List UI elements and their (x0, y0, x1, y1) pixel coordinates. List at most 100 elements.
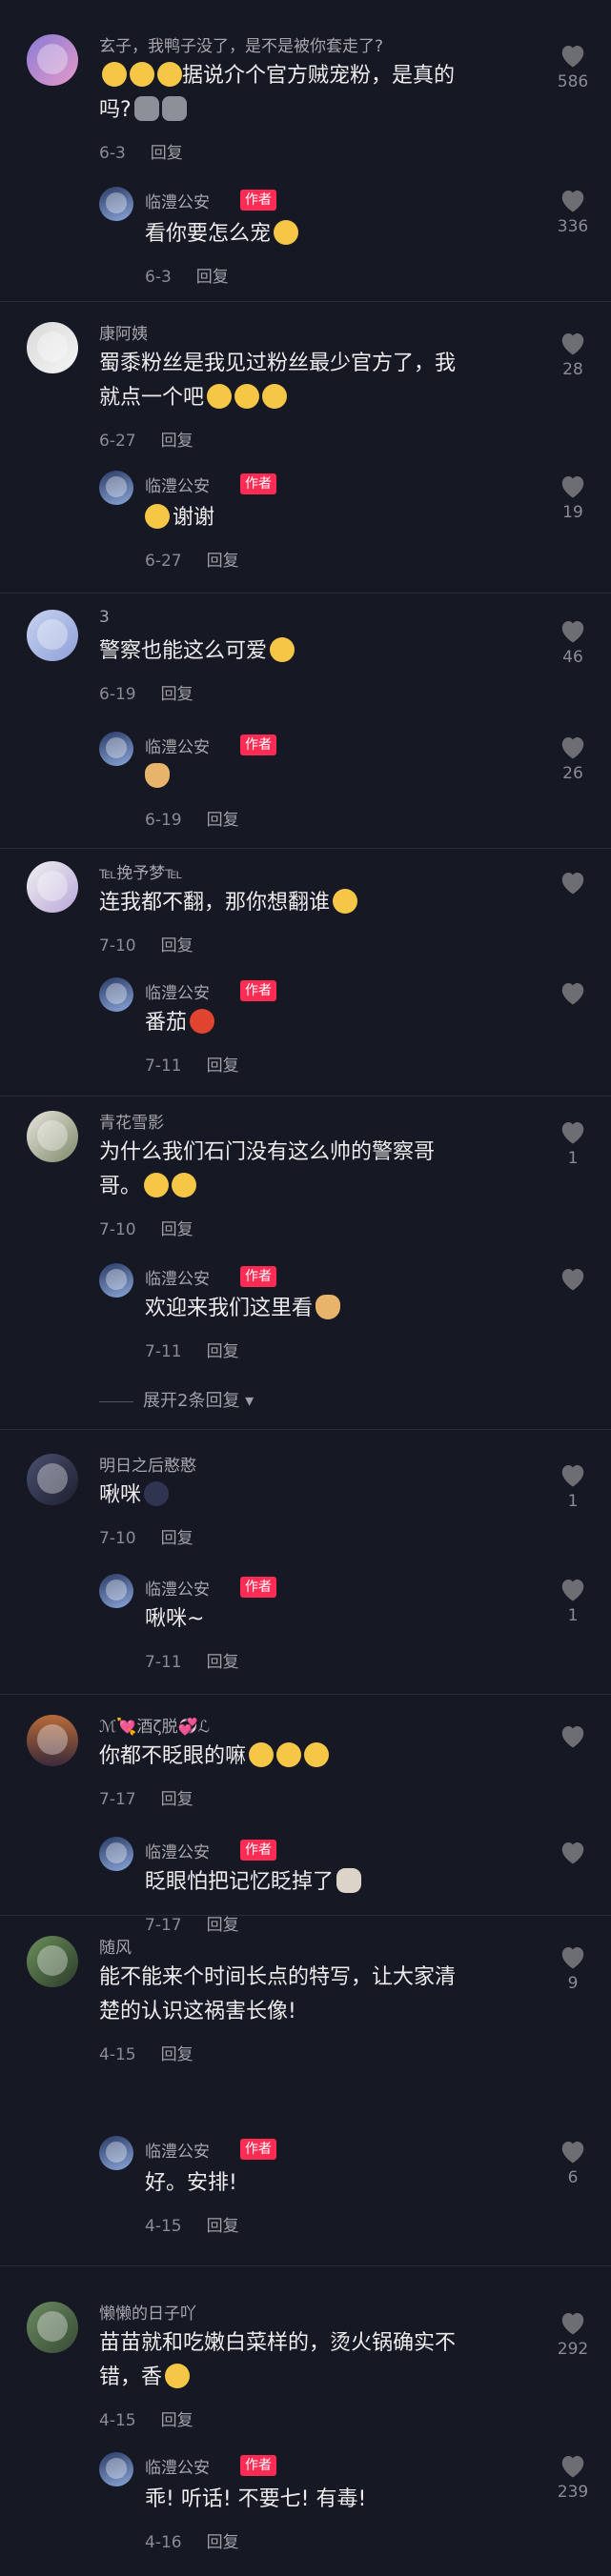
author-avatar[interactable] (99, 2452, 133, 2486)
avatar[interactable] (27, 34, 78, 86)
heart-icon (561, 2142, 584, 2163)
reply-button[interactable]: 回复 (196, 268, 229, 287)
author-avatar[interactable] (99, 2136, 133, 2170)
reply-button[interactable]: 回复 (161, 2411, 193, 2430)
author-name[interactable]: 临澧公安 (145, 2138, 210, 2162)
comment-text: 为什么我们石门没有这么帅的警察哥 哥。 (99, 1140, 436, 1198)
author-avatar[interactable] (99, 1574, 133, 1608)
reply-button[interactable]: 回复 (161, 1529, 193, 1548)
avatar[interactable] (27, 2302, 78, 2353)
reply-button[interactable]: 回复 (207, 2533, 239, 2552)
commenter-name[interactable]: 随风 (99, 1934, 132, 1958)
reply-button[interactable]: 回复 (207, 1342, 239, 1361)
commenter-name[interactable]: 明日之后憨憨 (99, 1452, 196, 1476)
comment-meta: 6-3 回复 (99, 139, 183, 163)
avatar[interactable] (27, 1936, 78, 1987)
like-button[interactable]: 6 (552, 2138, 594, 2187)
like-button[interactable]: 1 (552, 1118, 594, 1168)
reply-meta: 4-16 回复 (145, 2528, 239, 2552)
like-button[interactable]: 19 (552, 473, 594, 522)
avatar[interactable] (27, 1111, 78, 1162)
comment-text: 啾咪 (99, 1479, 538, 1513)
like-button[interactable]: 26 (552, 734, 594, 783)
like-button[interactable]: 9 (552, 1943, 594, 1993)
author-name[interactable]: 临澧公安 (145, 473, 210, 496)
like-button[interactable] (552, 1722, 594, 1753)
commenter-name[interactable]: 3 (99, 608, 110, 627)
author-avatar[interactable] (99, 471, 133, 505)
like-button[interactable] (552, 1265, 594, 1296)
avatar[interactable] (27, 610, 78, 661)
author-avatar[interactable] (99, 977, 133, 1012)
reply-text: 眨眼怕把记忆眨掉了 (145, 1865, 507, 1900)
commenter-name[interactable]: 青花雪影 (99, 1109, 164, 1133)
like-button[interactable] (552, 869, 594, 899)
reply-date: 6-19 (145, 811, 182, 830)
author-name[interactable]: 临澧公安 (145, 189, 210, 212)
reply-button[interactable]: 回复 (207, 811, 239, 830)
like-button[interactable]: 336 (552, 187, 594, 236)
like-button[interactable]: 46 (552, 617, 594, 667)
reply-date: 6-27 (145, 552, 182, 571)
reply-button[interactable]: 回复 (207, 1057, 239, 1076)
author-name[interactable]: 临澧公安 (145, 1576, 210, 1600)
reply-button[interactable]: 回复 (207, 1916, 239, 1935)
author-avatar[interactable] (99, 1837, 133, 1871)
reply-meta: 4-15 回复 (145, 2212, 239, 2236)
author-avatar[interactable] (99, 1263, 133, 1298)
reply-button[interactable]: 回复 (151, 144, 183, 163)
comment-date: 4-15 (99, 2045, 136, 2064)
reply-button[interactable]: 回复 (207, 552, 239, 571)
commenter-name[interactable]: 康阿姨 (99, 320, 148, 344)
commenter-name[interactable]: ℳ💘酒ζ脱💞ℒ (99, 1713, 210, 1737)
author-badge: 作者 (240, 1266, 276, 1287)
avatar[interactable] (27, 861, 78, 913)
comment-meta: 7-10 回复 (99, 932, 193, 956)
reply-text: 乖! 听话! 不要七! 有毒! (145, 2487, 367, 2511)
reply-button[interactable]: 回复 (161, 1220, 193, 1239)
like-count: 336 (557, 217, 589, 236)
reply-button[interactable]: 回复 (161, 936, 193, 956)
author-name[interactable]: 临澧公安 (145, 1265, 210, 1289)
laugh-emoji-icon (207, 384, 233, 409)
heart-icon (561, 191, 584, 212)
like-button[interactable]: 239 (552, 2452, 594, 2502)
moneybag-emoji-icon (145, 763, 170, 788)
reply-button[interactable]: 回复 (161, 685, 193, 704)
author-name[interactable]: 临澧公安 (145, 979, 210, 1003)
like-button[interactable]: 1 (552, 1576, 594, 1625)
like-button[interactable]: 1 (552, 1461, 594, 1511)
commenter-name[interactable]: ℡挽予梦℡ (99, 859, 183, 883)
dog-emoji-icon (161, 96, 187, 121)
heart-icon (561, 1947, 584, 1969)
like-button[interactable] (552, 1839, 594, 1869)
like-button[interactable]: 28 (552, 330, 594, 379)
like-count: 1 (567, 1149, 579, 1168)
reply-meta: 6-27 回复 (145, 547, 239, 571)
author-name[interactable]: 临澧公安 (145, 1839, 210, 1862)
reply-button[interactable]: 回复 (207, 2217, 239, 2236)
avatar[interactable] (27, 1715, 78, 1766)
reply-button[interactable]: 回复 (161, 432, 193, 451)
comment-date: 6-19 (99, 685, 136, 704)
like-button[interactable]: 292 (552, 2309, 594, 2359)
expand-replies-button[interactable]: 展开2条回复 ▾ (99, 1387, 254, 1412)
like-button[interactable]: 586 (552, 42, 594, 91)
reply-button[interactable]: 回复 (161, 1790, 193, 1809)
reply-button[interactable]: 回复 (161, 2045, 193, 2064)
like-button[interactable] (552, 979, 594, 1010)
author-badge: 作者 (240, 1577, 276, 1598)
reply-meta: 7-11 回复 (145, 1648, 239, 1672)
laugh-emoji-icon (144, 1173, 170, 1197)
commenter-name[interactable]: 懒懒的日子吖 (99, 2300, 196, 2324)
author-avatar[interactable] (99, 187, 133, 221)
author-name[interactable]: 临澧公安 (145, 2454, 210, 2478)
avatar[interactable] (27, 1454, 78, 1505)
heart-icon (561, 2313, 584, 2335)
commenter-name[interactable]: 玄子，我鸭子没了，是不是被你套走了? (99, 32, 383, 56)
author-avatar[interactable] (99, 732, 133, 766)
author-name[interactable]: 临澧公安 (145, 734, 210, 757)
comment-text: 苗苗就和吃嫩白菜样的，烫火锅确实不 错，香 (99, 2331, 457, 2389)
reply-button[interactable]: 回复 (207, 1653, 239, 1672)
avatar[interactable] (27, 322, 78, 373)
